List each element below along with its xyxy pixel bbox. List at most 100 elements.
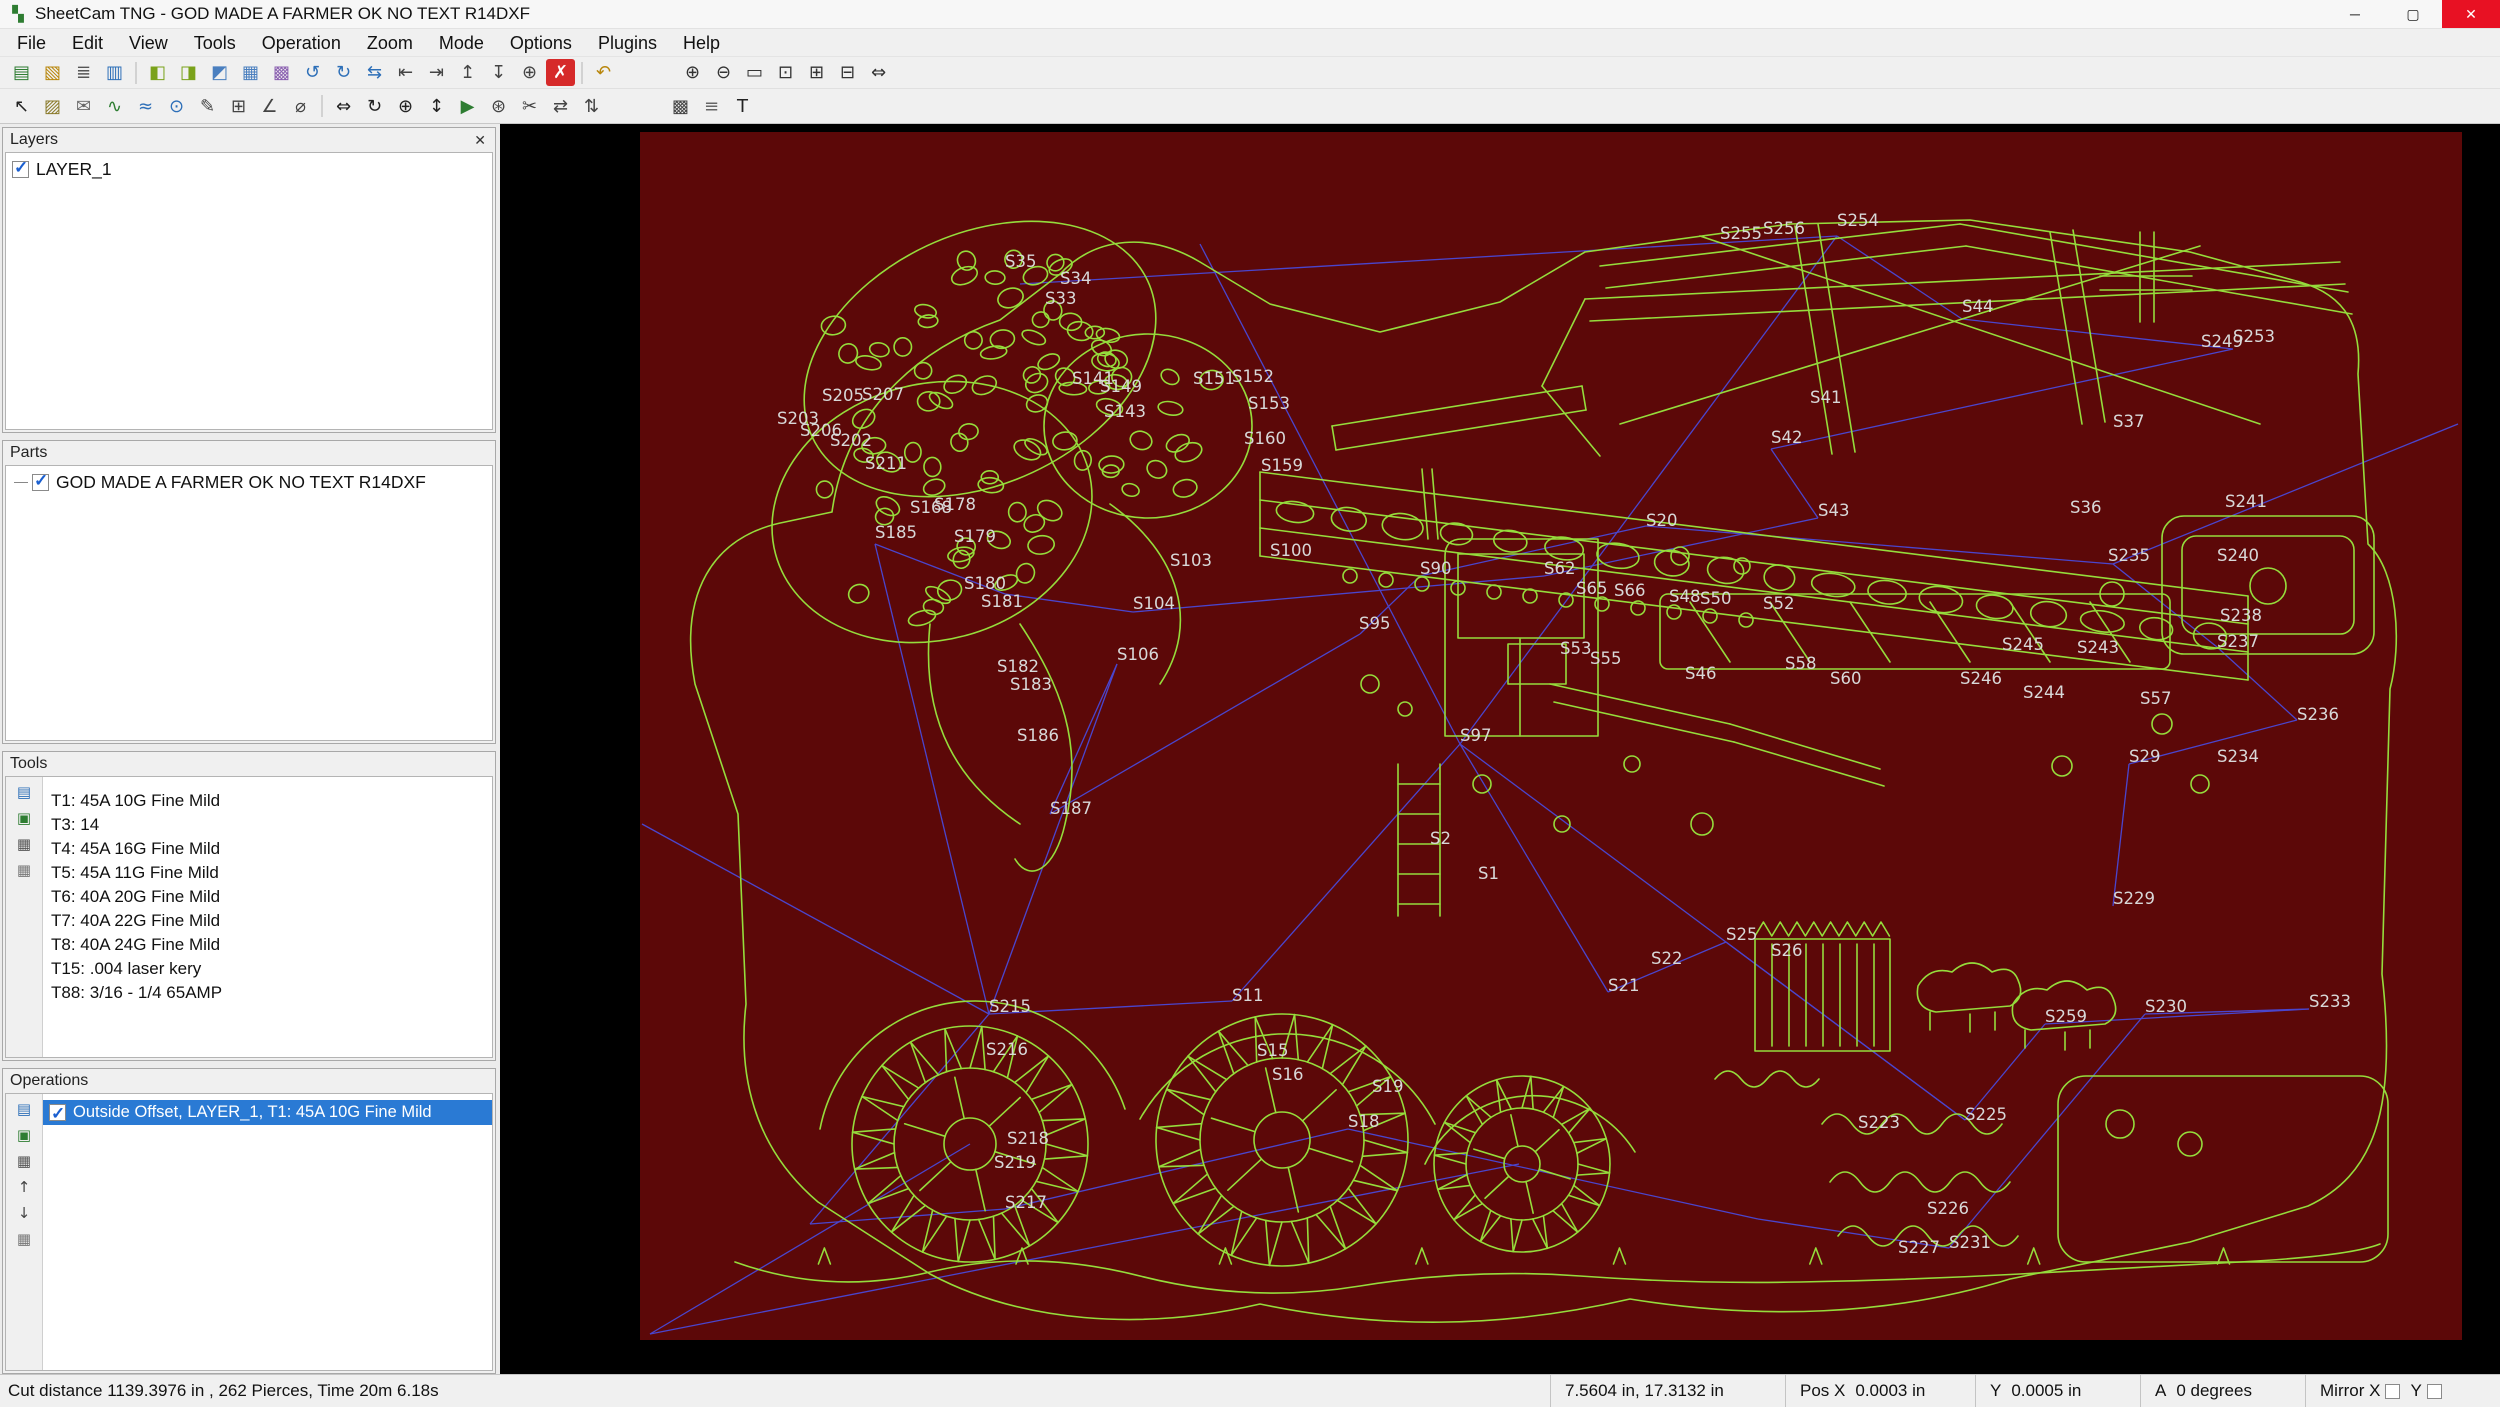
menu-help[interactable]: Help [670, 29, 733, 57]
mirror-x-button[interactable]: ⇄ [546, 93, 575, 120]
menu-view[interactable]: View [116, 29, 181, 57]
op-grid-icon[interactable]: ▦ [17, 1230, 31, 1248]
cut-mode-button[interactable]: ✂ [515, 93, 544, 120]
op-table-icon[interactable]: ▦ [17, 1152, 31, 1170]
move-mode-button[interactable]: ↕ [422, 93, 451, 120]
part-label: GOD MADE A FARMER OK NO TEXT R14DXF [56, 472, 426, 492]
layer-checkbox[interactable] [12, 158, 29, 178]
status-mirror-label: Mirror X [2320, 1381, 2381, 1400]
menu-zoom[interactable]: Zoom [354, 29, 426, 57]
toolpath-label: S245 [2002, 635, 2044, 654]
zoom-window-button[interactable]: ▭ [740, 59, 769, 86]
nest-parts-button[interactable]: ▩ [267, 59, 296, 86]
select-mode-button[interactable]: ↖ [7, 93, 36, 120]
menu-mode[interactable]: Mode [426, 29, 497, 57]
operation-checkbox[interactable] [49, 1101, 66, 1126]
tool-item-5[interactable]: T6: 40A 20G Fine Mild [51, 885, 492, 909]
mirror-part-button[interactable]: ⇆ [360, 59, 389, 86]
print-button[interactable]: ≣ [69, 59, 98, 86]
operation-row[interactable]: Outside Offset, LAYER_1, T1: 45A 10G Fin… [43, 1100, 492, 1126]
op-down-icon[interactable]: ↓ [18, 1204, 31, 1222]
toolpath-label: S217 [1005, 1193, 1047, 1212]
align-bottom-button[interactable]: ↧ [484, 59, 513, 86]
origin-button[interactable]: ⊕ [515, 59, 544, 86]
mirror-y-checkbox[interactable] [2426, 1383, 2442, 1399]
menu-plugins[interactable]: Plugins [585, 29, 670, 57]
measure-button[interactable]: ∠ [255, 93, 284, 120]
layers-close-icon[interactable]: ✕ [472, 132, 488, 149]
align-left-button[interactable]: ⇤ [391, 59, 420, 86]
new-job-button[interactable]: ▤ [7, 59, 36, 86]
undo-button[interactable]: ↶ [589, 59, 618, 86]
zoom-mode-button[interactable]: ⊕ [391, 93, 420, 120]
pan-button[interactable]: ⇔ [864, 59, 893, 86]
simulate-button[interactable]: ▶ [453, 93, 482, 120]
post-process-button[interactable]: ⊛ [484, 93, 513, 120]
edit-path-button[interactable]: ✎ [193, 93, 222, 120]
tool-table-icon[interactable]: ▦ [17, 835, 31, 853]
mirror-y-button[interactable]: ⇅ [577, 93, 606, 120]
toolpath-label: S227 [1898, 1238, 1940, 1257]
tool-item-9[interactable]: T88: 3/16 - 1/4 65AMP [51, 981, 492, 1005]
array-part-button[interactable]: ▦ [236, 59, 265, 86]
duplicate-part-button[interactable]: ◩ [205, 59, 234, 86]
tool-new-icon[interactable]: ▣ [17, 809, 31, 827]
menu-tools[interactable]: Tools [181, 29, 249, 57]
op-post-icon[interactable]: ▤ [17, 1100, 31, 1118]
tool-post-icon[interactable]: ▤ [17, 783, 31, 801]
path-nodes-button[interactable]: ⊙ [162, 93, 191, 120]
delete-part-button[interactable]: ✗ [546, 59, 575, 86]
material-view-button[interactable]: ▨ [38, 93, 67, 120]
op-new-icon[interactable]: ▣ [17, 1126, 31, 1144]
tool-item-6[interactable]: T7: 40A 22G Fine Mild [51, 909, 492, 933]
tool-item-3[interactable]: T4: 45A 16G Fine Mild [51, 837, 492, 861]
drawing-viewport[interactable]: S35 S34 S33 S141 S143 S151 S152 S153 S159 S160 S20… [500, 124, 2500, 1374]
rotate-view-button[interactable]: ↻ [360, 93, 389, 120]
text-tool-button[interactable]: T [728, 93, 757, 120]
toolpath-drawing[interactable]: S35S34S33S141S143S151S152S153S159S160S20… [500, 124, 2500, 1374]
show-toolpaths-button[interactable]: ∿ [100, 93, 129, 120]
menu-file[interactable]: File [4, 29, 59, 57]
new-part-button[interactable]: ◧ [143, 59, 172, 86]
menu-options[interactable]: Options [497, 29, 585, 57]
tool-item-2[interactable]: T3: 14 [51, 813, 492, 837]
report-button[interactable]: ✉ [69, 93, 98, 120]
menu-operation[interactable]: Operation [249, 29, 354, 57]
rotate-left-button[interactable]: ↺ [298, 59, 327, 86]
mirror-x-checkbox[interactable] [2385, 1383, 2401, 1399]
align-right-button[interactable]: ⇥ [422, 59, 451, 86]
tool-grid-icon[interactable]: ▦ [17, 861, 31, 879]
save-job-button[interactable]: ▥ [100, 59, 129, 86]
zoom-previous-button[interactable]: ⊟ [833, 59, 862, 86]
zoom-part-button[interactable]: ⊞ [802, 59, 831, 86]
dimension-button[interactable]: ⌀ [286, 93, 315, 120]
part-checkbox[interactable] [32, 471, 49, 491]
zoom-out-button[interactable]: ⊖ [709, 59, 738, 86]
show-rapids-button[interactable]: ≈ [131, 93, 160, 120]
minimize-button[interactable]: ─ [2326, 0, 2384, 28]
tool-item-8[interactable]: T15: .004 laser kery [51, 957, 492, 981]
edit-part-button[interactable]: ◨ [174, 59, 203, 86]
toolpath-label: S240 [2217, 546, 2259, 565]
close-button[interactable]: ✕ [2442, 0, 2500, 28]
rotate-right-button[interactable]: ↻ [329, 59, 358, 86]
align-top-button[interactable]: ↥ [453, 59, 482, 86]
tool-item-1[interactable]: T1: 45A 10G Fine Mild [51, 789, 492, 813]
toolpath-label: S46 [1685, 664, 1716, 683]
maximize-button[interactable]: ▢ [2384, 0, 2442, 28]
zoom-in-button[interactable]: ⊕ [678, 59, 707, 86]
open-job-button[interactable]: ▧ [38, 59, 67, 86]
op-up-icon[interactable]: ↑ [18, 1178, 31, 1196]
sheetcam-window: ▚ SheetCam TNG - GOD MADE A FARMER OK NO… [0, 0, 2500, 1407]
layer-row[interactable]: LAYER_1 [6, 153, 492, 180]
zoom-extents-button[interactable]: ⊡ [771, 59, 800, 86]
pan-mode-button[interactable]: ⇔ [329, 93, 358, 120]
toolpath-label: S66 [1614, 581, 1645, 600]
snap-grid-button[interactable]: ⊞ [224, 93, 253, 120]
menu-edit[interactable]: Edit [59, 29, 116, 57]
tool-item-7[interactable]: T8: 40A 24G Fine Mild [51, 933, 492, 957]
array-mode-button[interactable]: ▩ [666, 93, 695, 120]
ruler-button[interactable]: ≡ [697, 93, 726, 120]
tool-item-4[interactable]: T5: 45A 11G Fine Mild [51, 861, 492, 885]
part-row[interactable]: GOD MADE A FARMER OK NO TEXT R14DXF [6, 466, 492, 493]
